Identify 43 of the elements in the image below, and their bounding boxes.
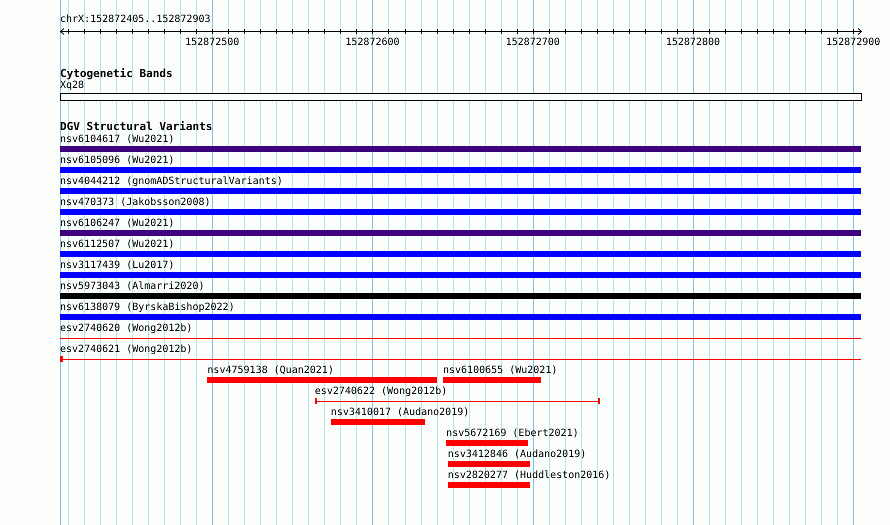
variant-bar[interactable]	[60, 272, 862, 278]
tick-label: 152872500	[185, 37, 240, 48]
cytoband-bar[interactable]	[60, 93, 862, 101]
band-label: Xq28	[60, 80, 84, 92]
variant-bar[interactable]	[60, 146, 862, 152]
variant-label: nsv6100655 (Wu2021)	[442, 364, 558, 377]
variant-label: nsv5973043 (Almarri2020)	[60, 280, 204, 293]
tick-label: 152872900	[826, 37, 880, 48]
variant-label: nsv470373 (Jakobsson2008)	[60, 196, 211, 209]
variant-bar[interactable]	[442, 377, 541, 383]
variant-label: nsv2820277 (Huddleston2016)	[448, 469, 610, 482]
variant-label: nsv4759138 (Quan2021)	[207, 364, 334, 377]
variant-label: nsv6112507 (Wu2021)	[60, 238, 174, 251]
variant-bar[interactable]	[60, 230, 862, 236]
variant-bar[interactable]	[446, 440, 528, 446]
variant-label: nsv6104617 (Wu2021)	[60, 133, 174, 146]
variant-label: nsv6105096 (Wu2021)	[60, 154, 174, 167]
variant-label: nsv3117439 (Lu2017)	[60, 259, 174, 272]
variant-bar[interactable]	[330, 419, 426, 425]
variant-bar[interactable]	[60, 167, 862, 173]
variant-label: nsv3410017 (Audano2019)	[330, 406, 470, 419]
variant-label: nsv4044212 (gnomADStructuralVariants)	[60, 175, 283, 188]
variant-bar[interactable]	[60, 188, 862, 194]
variant-bar[interactable]	[60, 314, 862, 320]
variant-bar[interactable]	[448, 482, 530, 488]
variant-bar[interactable]	[207, 377, 437, 383]
variant-bar[interactable]	[60, 293, 862, 299]
tick-label: 152872700	[506, 37, 560, 48]
variant-label: nsv6106247 (Wu2021)	[60, 217, 174, 230]
variant-label: esv2740621 (Wong2012b)	[60, 343, 192, 356]
track-title: DGV Structural Variants	[60, 121, 212, 133]
variant-bar[interactable]	[448, 461, 530, 467]
variant-label: nsv5672169 (Ebert2021)	[446, 427, 579, 440]
variant-label: esv2740622 (Wong2012b)	[314, 385, 448, 398]
track-title: Cytogenetic Bands	[60, 68, 173, 80]
tick-label: 152872800	[666, 37, 720, 48]
variant-bar[interactable]	[60, 251, 862, 257]
variant-label: nsv6138079 (ByrskaBishop2022)	[60, 301, 235, 314]
variant-label: nsv3412846 (Audano2019)	[448, 448, 586, 461]
tick-label: 152872600	[345, 37, 400, 48]
variant-label: esv2740620 (Wong2012b)	[60, 322, 192, 335]
variant-bar[interactable]	[60, 209, 862, 215]
location-label: chrX:152872405..152872903	[60, 13, 212, 26]
